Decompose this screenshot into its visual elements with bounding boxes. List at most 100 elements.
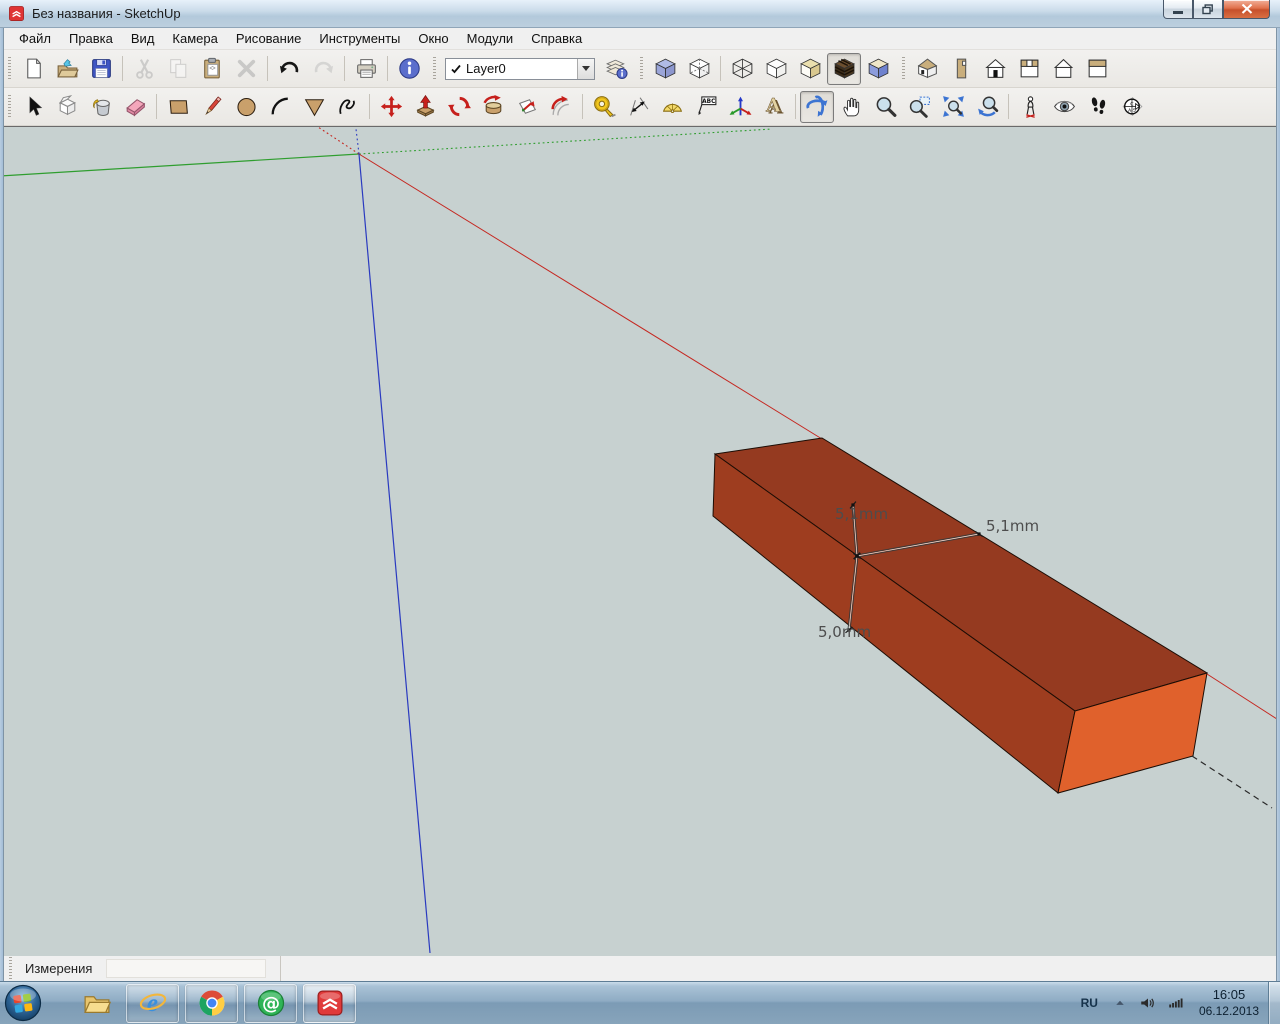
back-edges-button[interactable] bbox=[682, 53, 716, 85]
circle-button[interactable] bbox=[229, 91, 263, 123]
taskbar-app-sketchup[interactable] bbox=[303, 984, 356, 1023]
text-button[interactable]: ABC bbox=[689, 91, 723, 123]
toolbar-grip[interactable] bbox=[8, 95, 11, 119]
select-button[interactable] bbox=[16, 91, 50, 123]
minimize-button[interactable] bbox=[1163, 0, 1193, 19]
zoom-button[interactable] bbox=[868, 91, 902, 123]
layer-combo-dropdown-button[interactable] bbox=[577, 59, 594, 79]
toolbar-grip[interactable] bbox=[902, 57, 905, 81]
view-left-button[interactable] bbox=[1080, 53, 1114, 85]
taskbar-app-mailru-agent[interactable]: @ bbox=[244, 984, 297, 1023]
language-indicator[interactable]: RU bbox=[1073, 982, 1106, 1024]
position-camera-button[interactable] bbox=[1013, 91, 1047, 123]
copy-icon bbox=[166, 56, 191, 81]
menu-item-help[interactable]: Справка bbox=[522, 29, 591, 48]
drawing-canvas[interactable]: 5,1mm 5,1mm 5,0mm bbox=[0, 126, 1280, 955]
menu-item-view[interactable]: Вид bbox=[122, 29, 164, 48]
walk-button[interactable] bbox=[1081, 91, 1115, 123]
offset-button[interactable] bbox=[544, 91, 578, 123]
section-plane-button[interactable]: CA-5 bbox=[1115, 91, 1149, 123]
xray-button[interactable] bbox=[648, 53, 682, 85]
toolbar-separator bbox=[156, 94, 157, 119]
view-top-button[interactable] bbox=[944, 53, 978, 85]
eraser-button[interactable] bbox=[118, 91, 152, 123]
layer-combo[interactable]: Layer0 bbox=[445, 58, 595, 80]
monochrome-button[interactable] bbox=[861, 53, 895, 85]
svg-text:ABC: ABC bbox=[702, 99, 715, 105]
rotate-button[interactable] bbox=[442, 91, 476, 123]
axes-button[interactable] bbox=[723, 91, 757, 123]
dimension-label[interactable]: 5,1mm bbox=[986, 517, 1039, 535]
follow-me-button[interactable] bbox=[476, 91, 510, 123]
menu-item-edit[interactable]: Правка bbox=[60, 29, 122, 48]
taskbar-app-explorer[interactable] bbox=[74, 984, 120, 1023]
network-icon[interactable] bbox=[1162, 982, 1190, 1024]
menu-item-tools[interactable]: Инструменты bbox=[310, 29, 409, 48]
freehand-button[interactable] bbox=[331, 91, 365, 123]
layer-manager-button[interactable] bbox=[599, 53, 633, 85]
menu-item-draw[interactable]: Рисование bbox=[227, 29, 310, 48]
dimension-button[interactable] bbox=[621, 91, 655, 123]
push-pull-button[interactable] bbox=[408, 91, 442, 123]
zoom-extents-button[interactable] bbox=[936, 91, 970, 123]
pan-button[interactable] bbox=[834, 91, 868, 123]
protractor-button[interactable] bbox=[655, 91, 689, 123]
cut-button[interactable] bbox=[127, 53, 161, 85]
view-back-button[interactable] bbox=[1046, 53, 1080, 85]
model-info-button[interactable] bbox=[392, 53, 426, 85]
restore-button[interactable] bbox=[1193, 0, 1223, 19]
hidden-icons-button[interactable] bbox=[1106, 982, 1134, 1024]
volume-icon[interactable] bbox=[1134, 982, 1162, 1024]
redo-button[interactable] bbox=[306, 53, 340, 85]
hidden-line-button[interactable] bbox=[759, 53, 793, 85]
menu-item-window[interactable]: Окно bbox=[409, 29, 457, 48]
view-front-button[interactable] bbox=[978, 53, 1012, 85]
zoom-previous-button[interactable] bbox=[970, 91, 1004, 123]
menu-item-camera[interactable]: Камера bbox=[163, 29, 226, 48]
clock[interactable]: 16:05 06.12.2013 bbox=[1190, 987, 1268, 1018]
line-button[interactable] bbox=[195, 91, 229, 123]
undo-button[interactable] bbox=[272, 53, 306, 85]
open-button[interactable] bbox=[50, 53, 84, 85]
wireframe-button[interactable] bbox=[725, 53, 759, 85]
toolbar-grip[interactable] bbox=[8, 57, 11, 81]
polygon-button[interactable] bbox=[297, 91, 331, 123]
taskbar-app-internet-explorer[interactable]: e bbox=[126, 984, 179, 1023]
orbit-button[interactable] bbox=[800, 91, 834, 123]
save-button[interactable] bbox=[84, 53, 118, 85]
dimension-label[interactable]: 5,1mm bbox=[835, 505, 888, 523]
arc-button[interactable] bbox=[263, 91, 297, 123]
close-button[interactable] bbox=[1223, 0, 1270, 19]
menu-item-plugins[interactable]: Модули bbox=[458, 29, 523, 48]
undo-icon bbox=[277, 56, 302, 81]
delete-button[interactable] bbox=[229, 53, 263, 85]
copy-button[interactable] bbox=[161, 53, 195, 85]
shaded-button[interactable] bbox=[793, 53, 827, 85]
toolbar-grip[interactable] bbox=[433, 57, 436, 81]
show-desktop-button[interactable] bbox=[1268, 982, 1280, 1024]
toolbar-separator bbox=[720, 56, 721, 81]
move-button[interactable] bbox=[374, 91, 408, 123]
statusbar-grip[interactable] bbox=[9, 957, 12, 981]
print-button[interactable] bbox=[349, 53, 383, 85]
make-component-button[interactable] bbox=[50, 91, 84, 123]
new-button[interactable] bbox=[16, 53, 50, 85]
paint-bucket-button[interactable] bbox=[84, 91, 118, 123]
zoom-window-button[interactable] bbox=[902, 91, 936, 123]
measurements-value-box[interactable] bbox=[106, 959, 266, 978]
scale-button[interactable] bbox=[510, 91, 544, 123]
start-button[interactable] bbox=[0, 982, 46, 1024]
model-viewport[interactable]: 5,1mm 5,1mm 5,0mm bbox=[0, 127, 1280, 956]
view-right-button[interactable] bbox=[1012, 53, 1046, 85]
shaded-with-textures-button[interactable] bbox=[827, 53, 861, 85]
menu-item-file[interactable]: Файл bbox=[10, 29, 60, 48]
tape-measure-button[interactable] bbox=[587, 91, 621, 123]
toolbar-grip[interactable] bbox=[640, 57, 643, 81]
paste-button[interactable] bbox=[195, 53, 229, 85]
dimension-label[interactable]: 5,0mm bbox=[818, 623, 871, 641]
view-iso-button[interactable] bbox=[910, 53, 944, 85]
taskbar-app-chrome[interactable] bbox=[185, 984, 238, 1023]
rectangle-button[interactable] bbox=[161, 91, 195, 123]
look-around-button[interactable] bbox=[1047, 91, 1081, 123]
3d-text-button[interactable]: AA bbox=[757, 91, 791, 123]
